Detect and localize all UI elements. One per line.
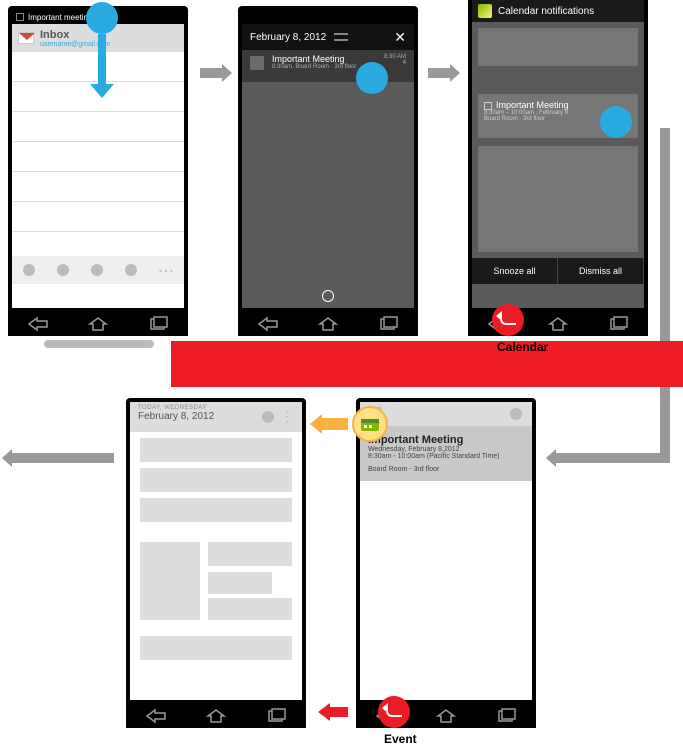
arrow-2-3 [428,68,450,78]
arrow-into-5 [556,453,670,463]
transition-arrow [322,418,348,430]
action-dot[interactable] [91,264,103,276]
action-dot[interactable] [262,411,274,423]
touch-point [86,2,118,34]
list-item[interactable] [12,172,184,202]
day-header[interactable]: TODAY, WEDNESDAY February 8, 2012 ⋮ [130,402,302,432]
swipe-down-arrow [98,34,106,84]
nav-home-icon[interactable] [87,316,109,332]
notification-title: Important Meeting [272,54,376,64]
arrow-3-down [660,128,670,458]
action-dot[interactable] [510,408,522,420]
dismiss-all-button[interactable]: Dismiss all [558,258,644,284]
arrow-5-to-4 [330,707,348,717]
calendar-label: Calendar [497,340,548,354]
nav-recent-icon[interactable] [147,316,169,332]
event-placeholder[interactable] [140,468,292,492]
event-placeholder[interactable] [140,498,292,522]
event-card: Important Meeting Wednesday, February 8,… [360,426,532,481]
checkbox-icon[interactable] [484,102,492,110]
card-title: Important Meeting [496,100,569,110]
event-placeholder[interactable] [208,598,292,620]
back-action-highlight [378,696,410,728]
event-location: Board Room - 3rd floor [368,466,524,473]
system-navbar [8,312,188,336]
event-placeholder[interactable] [140,438,292,462]
notification-app-icon [250,56,264,70]
close-icon[interactable]: ✕ [394,29,406,46]
event-time: 8:30am - 10:00am (Pacific Standard Time) [368,453,524,460]
day-body[interactable] [130,432,302,700]
event-placeholder[interactable] [140,636,292,660]
phone-day-view: TODAY, WEDNESDAY February 8, 2012 ⋮ [126,398,306,728]
shade-header: February 8, 2012 ✕ [242,24,414,50]
back-action-highlight [492,304,524,336]
list-item[interactable] [12,142,184,172]
event-placeholder[interactable] [208,572,272,594]
phone-notification-shade: February 8, 2012 ✕ Important Meeting 8:3… [238,6,418,336]
arrow-out-left [12,453,114,463]
event-date: Wednesday, February 8,2012 [368,446,524,453]
nav-recent-icon[interactable] [377,316,399,332]
settings-icon[interactable] [334,30,348,44]
event-placeholder[interactable] [208,542,292,566]
notification-count: 4 [384,60,406,66]
action-dot[interactable] [23,264,35,276]
nav-home-icon[interactable] [205,708,227,724]
snooze-all-button[interactable]: Snooze all [472,258,558,284]
action-dot[interactable] [125,264,137,276]
phone-calendar-notifications: Calendar notifications Important Meeting… [468,0,648,336]
nav-back-icon[interactable] [27,316,49,332]
system-navbar [238,312,418,336]
list-item[interactable] [12,202,184,232]
phone-event-detail: Important Meeting Wednesday, February 8,… [356,398,536,728]
overflow-icon[interactable]: ⋮ [280,408,294,425]
calendar-icon [478,4,492,18]
notification-card-empty[interactable] [478,28,638,66]
nav-back-icon[interactable] [145,708,167,724]
notification-card-empty [478,146,638,252]
gmail-icon [18,32,34,44]
overflow-icon[interactable]: ⋮ [156,263,176,277]
calendar-notif-title: Calendar notifications [498,6,594,17]
nav-home-icon[interactable] [317,316,339,332]
shade-handle-icon[interactable] [322,290,334,302]
calendar-badge [352,406,388,442]
event-title: Important Meeting [368,434,524,446]
back-arrow-icon [500,315,516,325]
calendar-icon [360,416,380,432]
inbox-action-bar: ⋮ [12,256,184,284]
status-bar [242,10,414,24]
shade-background [242,82,414,284]
nav-back-icon[interactable] [257,316,279,332]
red-arrow-head [318,703,330,721]
nav-recent-icon[interactable] [495,708,517,724]
shade-date: February 8, 2012 [250,32,326,43]
system-navbar [126,704,306,728]
notification-item[interactable]: Important Meeting 8:30am, Board Room · 3… [242,50,414,82]
calendar-notif-body: Important Meeting 8:30am – 10:00am , Feb… [472,22,644,258]
nav-home-icon[interactable] [547,316,569,332]
touch-point [356,62,388,94]
action-dot[interactable] [57,264,69,276]
list-item[interactable] [12,112,184,142]
status-text: Important meeting [28,13,92,22]
calendar-notif-actions: Snooze all Dismiss all [472,258,644,284]
nav-recent-icon[interactable] [265,708,287,724]
arrow-1-2 [200,68,222,78]
touch-point [600,106,632,138]
event-placeholder[interactable] [140,542,200,620]
back-arrow-icon [386,707,402,717]
status-checkbox-icon [16,13,24,21]
event-label: Event [384,732,417,746]
event-body[interactable] [360,490,532,700]
flow-path-red [171,341,683,387]
nav-home-icon[interactable] [435,708,457,724]
nav-recent-icon[interactable] [607,316,629,332]
calendar-notif-header: Calendar notifications [472,0,644,22]
shadow [44,340,154,348]
